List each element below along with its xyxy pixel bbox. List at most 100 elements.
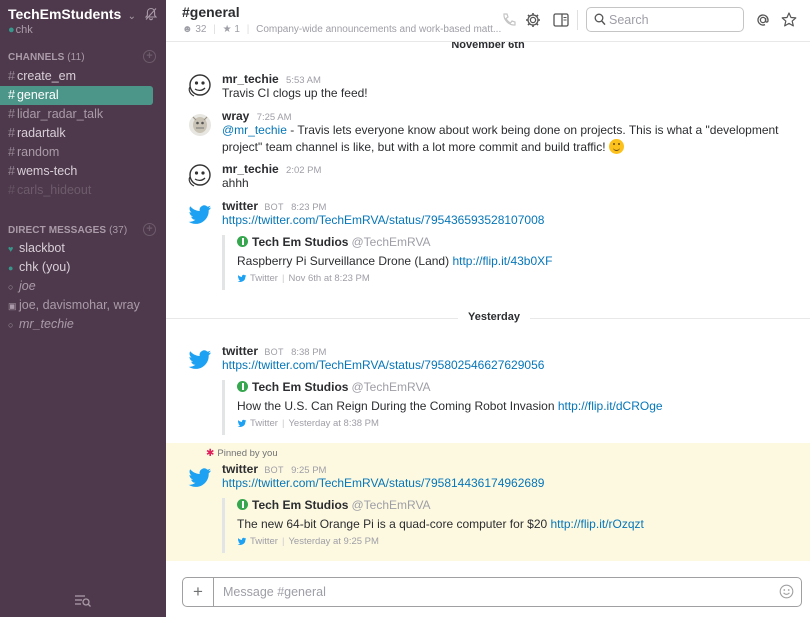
sidebar-item-radartalk[interactable]: # radartalk xyxy=(0,124,166,143)
pinned-note-label: Pinned by you xyxy=(217,448,278,459)
channel-label: create_em xyxy=(16,69,77,83)
attachment-time[interactable]: Yesterday at 8:38 PM xyxy=(288,418,378,429)
hash-icon: # xyxy=(8,183,15,197)
pinned-note: ✱ Pinned by you xyxy=(206,448,278,459)
tweet-link[interactable]: https://twitter.com/TechEmRVA/status/795… xyxy=(222,358,544,372)
gear-icon[interactable] xyxy=(524,11,542,29)
sidebar-item-mr-techie[interactable]: ○ mr_techie xyxy=(0,315,166,334)
search-box[interactable] xyxy=(586,7,744,32)
attachment-author[interactable]: Tech Em Studios xyxy=(252,380,348,394)
mentions-icon[interactable] xyxy=(754,11,772,29)
attachment-text-content: How the U.S. Can Reign During the Coming… xyxy=(237,399,558,413)
message[interactable]: mr_techie 2:02 PM ahhh xyxy=(166,160,810,192)
attachment: Tech Em Studios @TechEmRVA Raspberry Pi S… xyxy=(222,235,622,290)
author-icon xyxy=(237,381,248,392)
message-author[interactable]: mr_techie xyxy=(222,162,279,176)
message[interactable]: twitter BOT 8:38 PM https://twitter.com/… xyxy=(166,342,810,442)
attachment-author[interactable]: Tech Em Studios xyxy=(252,498,348,512)
add-dm-icon[interactable]: + xyxy=(143,223,156,236)
message[interactable]: mr_techie 5:53 AM Travis CI clogs up the… xyxy=(166,70,810,102)
avatar[interactable] xyxy=(187,73,213,99)
channel-label: lidar_radar_talk xyxy=(16,107,104,121)
author-icon xyxy=(237,499,248,510)
attachment-link[interactable]: http://flip.it/dCROge xyxy=(558,399,663,413)
dm-label: joe xyxy=(19,279,36,293)
emoji-picker-icon[interactable] xyxy=(779,584,794,599)
channel-title[interactable]: #general xyxy=(182,4,240,20)
add-channel-icon[interactable]: + xyxy=(143,50,156,63)
message-pane[interactable]: November 6th mr_techie 5:53 AM Travis CI… xyxy=(166,42,810,569)
member-count[interactable]: 32 xyxy=(195,24,206,35)
day-divider-label: Yesterday xyxy=(458,311,530,323)
message[interactable]: twitter BOT 8:23 PM https://twitter.com/… xyxy=(166,197,810,297)
attachment-footer: Twitter | Yesterday at 8:38 PM xyxy=(237,418,379,429)
message-author[interactable]: twitter xyxy=(222,344,258,358)
sidebar-item-joe[interactable]: ○ joe xyxy=(0,277,166,296)
search-input[interactable] xyxy=(609,11,737,28)
attachment-time[interactable]: Nov 6th at 8:23 PM xyxy=(288,273,369,284)
message-author[interactable]: wray xyxy=(222,109,249,123)
mention-link[interactable]: @mr_techie xyxy=(222,123,287,137)
message-author[interactable]: twitter xyxy=(222,462,258,476)
bell-off-icon[interactable] xyxy=(144,7,158,21)
twitter-bird-icon[interactable] xyxy=(187,346,213,372)
sidebar-item-wems-tech[interactable]: # wems-tech xyxy=(0,162,166,181)
message[interactable]: twitter BOT 9:25 PM https://twitter.com/… xyxy=(166,460,810,560)
sidebar: TechEmStudents ⌄ ●chk CHANNELS (11) + # c… xyxy=(0,0,166,617)
channel-label: radartalk xyxy=(16,126,66,140)
dm-list: ♥ slackbot ● chk (you) ○ joe ▣ joe, davismoh… xyxy=(0,239,166,334)
team-name[interactable]: TechEmStudents xyxy=(8,6,121,22)
bot-badge: BOT xyxy=(264,347,284,357)
message-composer[interactable]: + xyxy=(182,577,802,607)
twitter-bird-icon xyxy=(237,537,247,545)
avatar[interactable] xyxy=(187,163,213,189)
avatar[interactable] xyxy=(187,112,213,138)
message[interactable]: wray 7:25 AM @mr_techie - Travis lets ev… xyxy=(166,107,810,157)
phone-icon[interactable] xyxy=(500,11,518,29)
direct-messages-header[interactable]: DIRECT MESSAGES (37) + xyxy=(8,223,156,236)
quick-switcher-icon[interactable] xyxy=(74,594,92,608)
message-author[interactable]: twitter xyxy=(222,199,258,213)
chevron-down-icon[interactable]: ⌄ xyxy=(128,11,136,22)
sidebar-item-group-dm[interactable]: ▣ joe, davismohar, wray xyxy=(0,296,166,315)
attachment-text-content: The new 64-bit Orange Pi is a quad-core … xyxy=(237,517,551,531)
sidebar-item-lidar-radar-talk[interactable]: # lidar_radar_talk xyxy=(0,105,166,124)
attachment-text: How the U.S. Can Reign During the Coming… xyxy=(237,399,663,413)
attachment-author[interactable]: Tech Em Studios xyxy=(252,235,348,249)
hash-icon: # xyxy=(8,164,15,178)
channel-label: general xyxy=(16,88,59,102)
tweet-link[interactable]: https://twitter.com/TechEmRVA/status/795… xyxy=(222,213,544,227)
attachment-link[interactable]: http://flip.it/rOzqzt xyxy=(551,517,644,531)
attachment-footer: Twitter | Yesterday at 9:25 PM xyxy=(237,536,379,547)
smile-emoji-icon xyxy=(608,139,624,154)
star-icon[interactable] xyxy=(780,11,798,29)
sidebar-item-general[interactable]: # general xyxy=(0,86,153,105)
sidebar-item-random[interactable]: # random xyxy=(0,143,166,162)
attachment-source: Twitter xyxy=(250,273,278,284)
sidebar-item-create-em[interactable]: # create_em xyxy=(0,67,166,86)
channel-topic[interactable]: Company-wide announcements and work-base… xyxy=(256,24,501,35)
message-text: Travis CI clogs up the feed! xyxy=(222,86,368,100)
sidebar-item-chk[interactable]: ● chk (you) xyxy=(0,258,166,277)
message-input[interactable] xyxy=(223,583,763,601)
message-author[interactable]: mr_techie xyxy=(222,72,279,86)
twitter-bird-icon[interactable] xyxy=(187,201,213,227)
attach-button[interactable]: + xyxy=(183,578,214,606)
pinned-count[interactable]: 1 xyxy=(234,24,240,35)
team-menu[interactable]: TechEmStudents ⌄ ●chk xyxy=(8,6,158,40)
attachment-time[interactable]: Yesterday at 9:25 PM xyxy=(288,536,378,547)
channels-header[interactable]: CHANNELS (11) + xyxy=(8,50,156,63)
twitter-bird-icon[interactable] xyxy=(187,464,213,490)
tweet-link[interactable]: https://twitter.com/TechEmRVA/status/795… xyxy=(222,476,544,490)
sidebar-item-slackbot[interactable]: ♥ slackbot xyxy=(0,239,166,258)
attachment-text: Raspberry Pi Surveillance Drone (Land) h… xyxy=(237,254,553,268)
sidebar-item-carls-hideout[interactable]: # carls_hideout xyxy=(0,181,166,200)
attachment-source: Twitter xyxy=(250,418,278,429)
attachment-link[interactable]: http://flip.it/43b0XF xyxy=(452,254,552,268)
sidebar-toggle-icon[interactable] xyxy=(552,11,570,29)
channel-meta: ☻ 32 | ★ 1 | Company-wide announcements … xyxy=(182,24,502,35)
offline-dot-icon: ○ xyxy=(8,282,14,292)
channel-label: wems-tech xyxy=(16,164,78,178)
channel-list: # create_em # general # lidar_radar_talk # r… xyxy=(0,67,166,200)
members-icon: ☻ xyxy=(182,24,193,35)
